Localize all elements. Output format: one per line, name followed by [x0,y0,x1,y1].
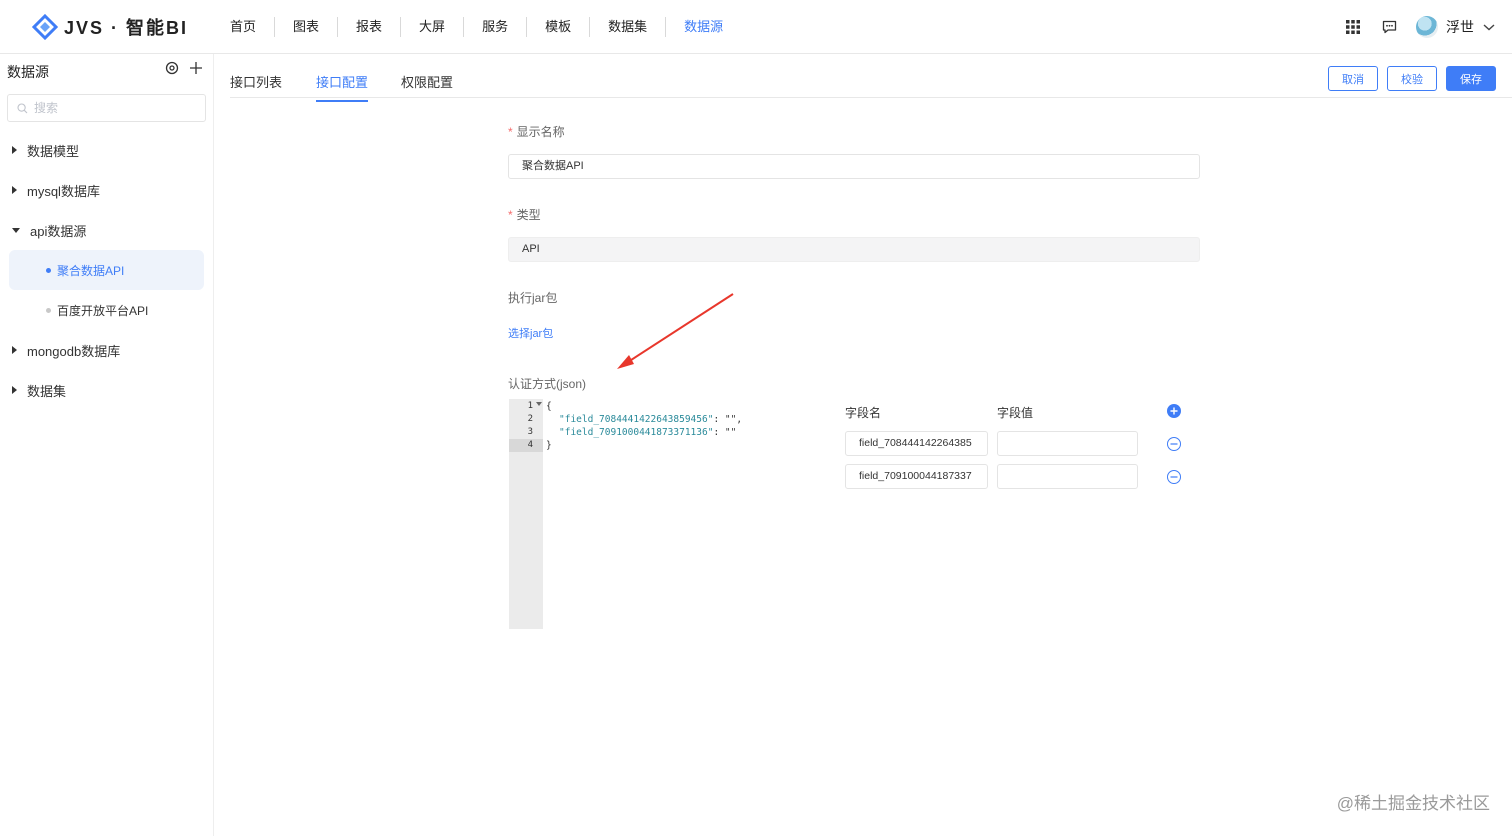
display-name-label-text: 显示名称 [516,125,565,139]
caret-down-icon [12,227,20,233]
tree-child-label: 聚合数据API [57,263,125,278]
line-number: 2 [527,414,533,424]
save-button[interactable]: 保存 [1446,66,1496,91]
nav-item-templates[interactable]: 模板 [527,17,591,37]
tree-node-label: api数据源 [30,223,87,239]
tree-node-api[interactable]: api数据源 [0,210,214,250]
tree-child-juhe-api[interactable]: 聚合数据API [9,250,204,290]
bullet-dot-icon [46,267,51,273]
code-rest: : "" [713,427,737,438]
minus-icon [1170,443,1178,445]
code-line: "field_7084441422643859456": "", [559,413,742,426]
tree-node-label: mysql数据库 [27,183,100,199]
field-value-header: 字段值 [997,406,1034,420]
tab-actions: 取消 校验 保存 [1328,66,1496,91]
remove-field-button[interactable] [1167,437,1181,451]
main-panel: 接口列表 接口配置 权限配置 取消 校验 保存 * 显示名称 聚合数据API * 类… [214,54,1512,836]
nav-item-big-screen[interactable]: 大屏 [401,17,465,37]
search-icon [17,102,28,113]
required-mark: * [508,125,513,139]
field-value-input[interactable] [997,464,1138,489]
avatar [1416,16,1438,38]
logo-text: JVS · 智能BI [64,18,189,38]
username: 浮世 [1446,19,1474,35]
caret-right-icon [12,146,17,154]
tree-node-mongodb[interactable]: mongodb数据库 [0,330,214,370]
remove-field-button[interactable] [1167,470,1181,484]
required-mark: * [508,208,513,222]
tree-child-label: 百度开放平台API [57,303,149,318]
bullet-dot-icon [46,307,51,313]
watermark: @稀土掘金技术社区 [1336,794,1490,813]
auth-label: 认证方式(json) [508,377,587,391]
main-nav: 首页 图表 报表 大屏 服务 模板 数据集 数据源 [212,0,741,54]
json-editor[interactable]: 1 2 3 4 { "field_7084441422643859456": "… [509,399,809,629]
add-field-button[interactable] [1167,404,1181,418]
code-line: "field_7091000441873371136": "" [559,426,736,439]
logo-icon [32,14,58,40]
caret-right-icon [12,186,17,194]
tree-node-mysql[interactable]: mysql数据库 [0,170,214,210]
plus-icon [1170,407,1178,415]
tree-node-label: 数据集 [27,383,67,399]
minus-icon [1170,476,1178,478]
editor-gutter: 1 2 3 4 [509,399,543,629]
sidebar-actions [165,61,203,75]
fold-toggle-icon[interactable] [536,402,542,406]
field-name-header: 字段名 [845,406,882,420]
select-jar-link[interactable]: 选择jar包 [508,328,553,340]
apps-grid-icon[interactable] [1344,18,1362,36]
field-value-input[interactable] [997,431,1138,456]
code-line: } [546,440,552,451]
tree-node-dataset[interactable]: 数据集 [0,370,214,410]
line-number: 4 [509,439,543,452]
field-name-input[interactable]: field_708444142264385 [845,431,988,456]
tab-interface-list[interactable]: 接口列表 [230,72,282,100]
type-label: * 类型 [508,207,1208,223]
display-name-label: * 显示名称 [508,124,1208,140]
type-label-text: 类型 [516,208,541,222]
config-tabs: 接口列表 接口配置 权限配置 取消 校验 保存 [230,54,1512,102]
logo[interactable]: JVS · 智能BI [32,12,188,42]
search-input[interactable] [34,101,184,115]
app-window: JVS · 智能BI 首页 图表 报表 大屏 服务 模板 数据集 数据源 浮世 … [0,0,1512,836]
type-input: API [508,237,1200,262]
code-rest: : "", [713,414,743,425]
tree-node-label: mongodb数据库 [27,343,121,359]
cancel-button[interactable]: 取消 [1328,66,1378,91]
tree-child-baidu-api[interactable]: 百度开放平台API [9,290,204,330]
settings-icon[interactable] [165,61,179,75]
nav-item-datasets[interactable]: 数据集 [590,17,667,37]
caret-right-icon [12,346,17,354]
chevron-down-icon [1483,24,1495,31]
nav-item-reports[interactable]: 报表 [338,17,402,37]
nav-item-datasources[interactable]: 数据源 [666,17,741,37]
jar-label: 执行jar包 [508,291,558,305]
line-number: 3 [527,427,533,437]
caret-right-icon [12,386,17,394]
nav-item-home[interactable]: 首页 [212,17,276,37]
tree-node-data-model[interactable]: 数据模型 [0,130,214,170]
field-name-input[interactable]: field_709100044187337 [845,464,988,489]
datasource-tree: 数据模型 mysql数据库 api数据源 聚合数据API 百度开放平台API m… [0,130,214,410]
top-header: JVS · 智能BI 首页 图表 报表 大屏 服务 模板 数据集 数据源 浮世 [0,0,1512,54]
nav-item-charts[interactable]: 图表 [275,17,339,37]
verify-button[interactable]: 校验 [1387,66,1437,91]
add-icon[interactable] [189,61,203,75]
user-menu[interactable]: 浮世 [1416,16,1496,38]
tree-node-label: 数据模型 [27,143,80,159]
sidebar: 数据源 数据模型 mysql数据库 [0,54,214,836]
sidebar-title: 数据源 [7,64,49,80]
display-name-input[interactable]: 聚合数据API [508,154,1200,179]
config-form: * 显示名称 聚合数据API * 类型 API 执行jar包 选择jar包 认证方式… [508,124,1208,392]
tab-permission-config[interactable]: 权限配置 [401,72,453,100]
header-right: 浮世 [1344,0,1496,54]
sidebar-search [7,94,206,122]
message-icon[interactable] [1380,18,1398,36]
nav-item-services[interactable]: 服务 [464,17,528,37]
code-line: { [546,401,552,412]
code-key: "field_7091000441873371136" [559,427,714,438]
code-key: "field_7084441422643859456" [559,414,714,425]
tab-interface-config[interactable]: 接口配置 [316,72,369,102]
